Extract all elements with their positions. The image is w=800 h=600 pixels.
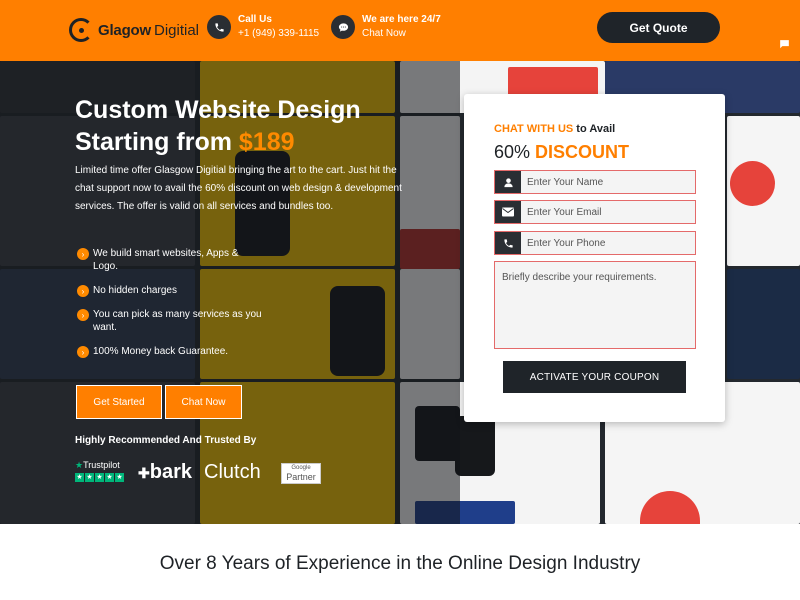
chat-icon [778, 38, 791, 54]
feature-text: No hidden charges [93, 285, 177, 296]
form-discount: 60% DISCOUNT [494, 142, 629, 163]
clutch-logo: Clutch [204, 461, 261, 483]
feature-item: › 100% Money back Guarantee. [77, 345, 263, 358]
hero-description: Limited time offer Glasgow Digitial brin… [75, 165, 402, 212]
logo-mark-icon [69, 18, 93, 42]
trustpilot-stars: ★ ★ ★ ★ ★ [75, 473, 124, 482]
discount-word: DISCOUNT [535, 142, 630, 162]
chevron-right-icon: › [77, 309, 89, 321]
bg-mockup [727, 269, 800, 379]
chat-now-button[interactable]: Chat Now [165, 385, 242, 419]
hero-title: Custom Website Design Starting from $189 [75, 94, 361, 158]
call-us-number[interactable]: +1 (949) 339-1115 [238, 27, 319, 41]
site-header: Glagow Digitial Call Us +1 (949) 339-111… [0, 0, 800, 61]
phone-icon [207, 15, 231, 39]
get-started-button[interactable]: Get Started [76, 385, 162, 419]
email-field[interactable] [494, 200, 696, 224]
logo[interactable]: Glagow Digitial [69, 18, 199, 42]
envelope-icon [495, 201, 521, 223]
logo-text-bold: Glagow [98, 21, 151, 39]
logo-text-light: Digitial [153, 21, 199, 39]
feature-text: We build smart websites, Apps & Logo. [93, 248, 239, 272]
hero-title-line1: Custom Website Design [75, 96, 361, 124]
chevron-right-icon: › [77, 248, 89, 260]
feature-item: › We build smart websites, Apps & Logo. [77, 247, 243, 273]
name-input[interactable] [521, 171, 695, 193]
name-field[interactable] [494, 170, 696, 194]
google-badge-bottom: Partner [286, 472, 316, 482]
google-badge-top: Google [291, 465, 311, 471]
bark-logo: ✚bark [138, 461, 192, 484]
trustpilot-badge: ★Trustpilot ★ ★ ★ ★ ★ [75, 460, 124, 482]
form-heading-rest: to Avail [573, 123, 616, 135]
phone-input[interactable] [521, 232, 695, 254]
email-input[interactable] [521, 201, 695, 223]
trusted-by-label: Highly Recommended And Trusted By [75, 435, 257, 446]
form-heading: CHAT WITH US to Avail [494, 123, 615, 135]
trustpilot-label: Trustpilot [83, 460, 120, 470]
discount-form-card: CHAT WITH US to Avail 60% DISCOUNT ACTIV… [464, 94, 725, 422]
chat-title: We are here 24/7 [362, 14, 441, 25]
hero-price: $189 [238, 128, 295, 156]
experience-heading: Over 8 Years of Experience in the Online… [159, 553, 641, 574]
call-us-block[interactable]: Call Us +1 (949) 339-1115 [207, 13, 319, 41]
chat-now-link[interactable]: Chat Now [362, 27, 441, 41]
chat-bubble-icon [331, 15, 355, 39]
phone-icon [495, 232, 521, 254]
hero-title-prefix: Starting from [75, 128, 239, 156]
form-heading-accent: CHAT WITH US [494, 123, 574, 135]
call-us-title: Call Us [238, 14, 272, 25]
phone-field[interactable] [494, 231, 696, 255]
bark-mark-icon: ✚ [138, 465, 150, 481]
google-partner-badge: Google Partner [281, 463, 321, 484]
feature-item: › No hidden charges [77, 284, 263, 297]
activate-coupon-button[interactable]: ACTIVATE YOUR COUPON [503, 361, 686, 393]
feature-text: You can pick as many services as you wan… [93, 309, 262, 333]
get-quote-button[interactable]: Get Quote [597, 12, 720, 43]
bark-text: bark [149, 461, 192, 483]
feature-item: › You can pick as many services as you w… [77, 308, 263, 334]
chevron-right-icon: › [77, 285, 89, 297]
requirements-textarea[interactable] [494, 261, 696, 349]
bg-mockup [730, 161, 775, 206]
bg-mockup [455, 416, 495, 476]
user-icon [495, 171, 521, 193]
feature-text: 100% Money back Guarantee. [93, 346, 229, 357]
chat-now-block[interactable]: We are here 24/7 Chat Now [331, 13, 441, 41]
side-chat-tab[interactable] [768, 30, 800, 62]
chevron-right-icon: › [77, 346, 89, 358]
discount-number: 60% [494, 142, 536, 162]
